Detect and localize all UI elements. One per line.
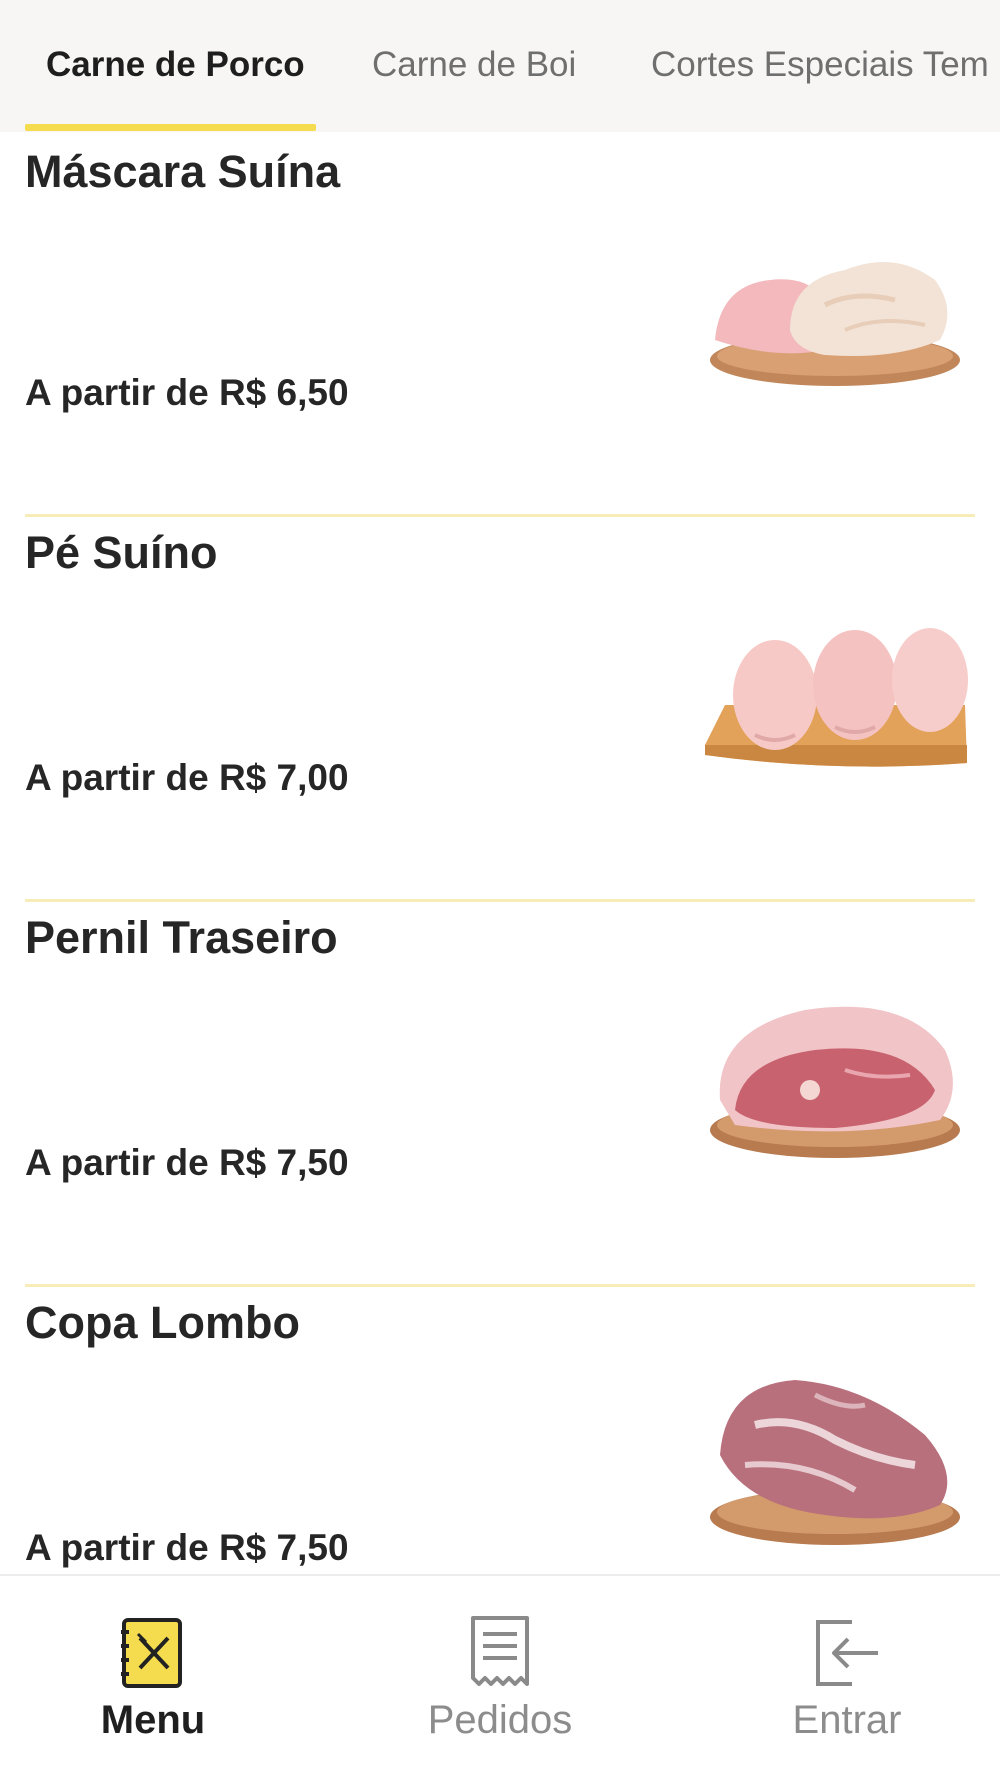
tab-carne-de-boi[interactable]: Carne de Boi bbox=[372, 0, 576, 132]
login-icon bbox=[816, 1620, 878, 1686]
nav-menu[interactable]: Menu bbox=[28, 1576, 278, 1778]
receipt-icon bbox=[471, 1616, 529, 1686]
bottom-navigation: Menu Pedidos Entrar bbox=[0, 1574, 1000, 1778]
product-item-pernil-traseiro[interactable]: Pernil Traseiro A partir de R$ 7,50 bbox=[25, 902, 975, 1287]
product-price: A partir de R$ 6,50 bbox=[25, 372, 349, 413]
product-price: A partir de R$ 7,50 bbox=[25, 1142, 349, 1183]
product-price: A partir de R$ 7,00 bbox=[25, 757, 349, 798]
nav-pedidos[interactable]: Pedidos bbox=[375, 1576, 625, 1778]
tab-carne-de-porco[interactable]: Carne de Porco bbox=[46, 0, 305, 132]
pork-leg-image bbox=[710, 1006, 960, 1158]
product-name: Pé Suíno bbox=[25, 527, 218, 578]
pork-mask-image bbox=[710, 262, 960, 386]
product-name: Máscara Suína bbox=[25, 146, 341, 197]
tab-cortes-especiais[interactable]: Cortes Especiais Tem bbox=[651, 0, 989, 132]
product-list[interactable]: Máscara Suína A partir de R$ 6,50 Pé Suí… bbox=[0, 132, 1000, 1574]
category-tab-bar: Carne de Porco Carne de Boi Cortes Espec… bbox=[0, 0, 1000, 132]
nav-menu-label: Menu bbox=[100, 1698, 206, 1742]
pork-shoulder-image bbox=[710, 1380, 960, 1545]
product-item-pe-suino[interactable]: Pé Suíno A partir de R$ 7,00 bbox=[25, 517, 975, 902]
pork-feet-image bbox=[705, 628, 968, 767]
product-name: Copa Lombo bbox=[25, 1297, 300, 1348]
nav-entrar[interactable]: Entrar bbox=[722, 1576, 972, 1778]
product-price: A partir de R$ 7,50 bbox=[25, 1527, 349, 1568]
nav-entrar-label: Entrar bbox=[792, 1698, 902, 1742]
product-item-mascara-suina[interactable]: Máscara Suína A partir de R$ 6,50 bbox=[25, 132, 975, 517]
menu-book-icon bbox=[121, 1618, 182, 1688]
active-tab-indicator bbox=[25, 124, 316, 131]
nav-pedidos-label: Pedidos bbox=[427, 1698, 573, 1742]
product-item-copa-lombo[interactable]: Copa Lombo A partir de R$ 7,50 bbox=[25, 1287, 975, 1574]
product-name: Pernil Traseiro bbox=[25, 912, 338, 963]
